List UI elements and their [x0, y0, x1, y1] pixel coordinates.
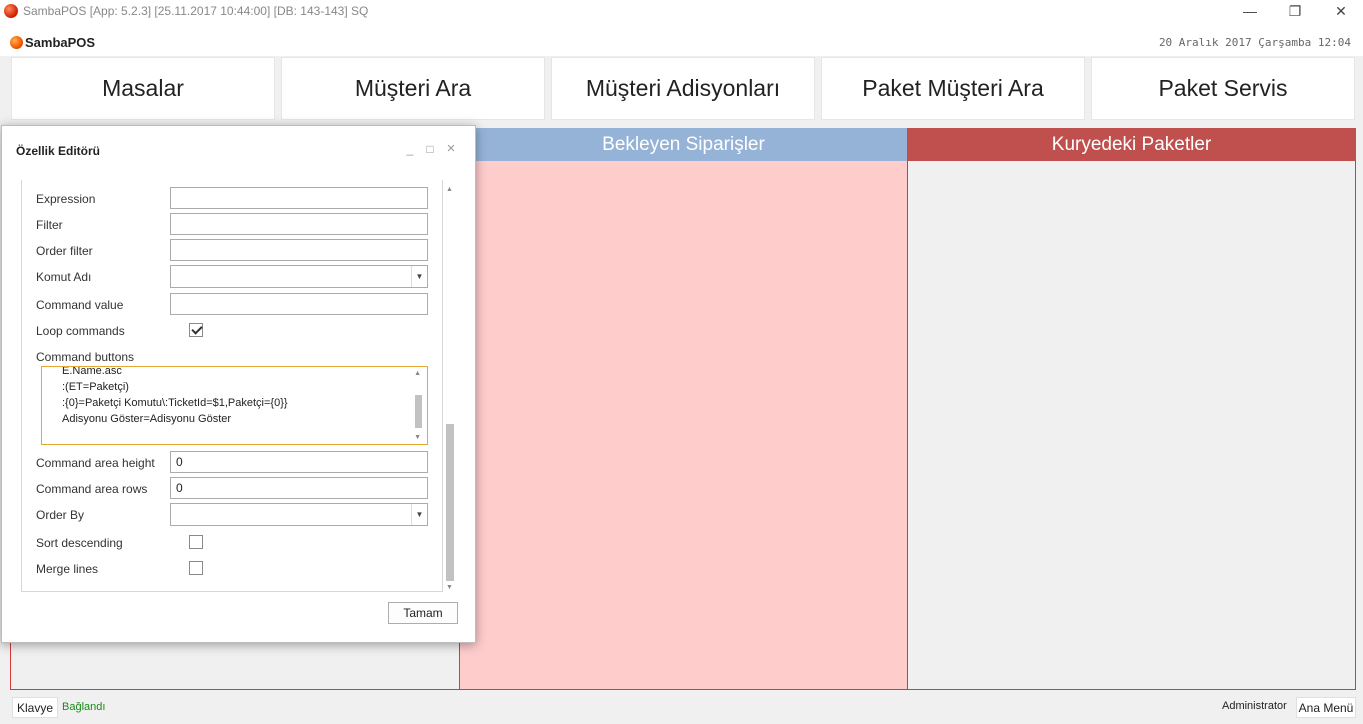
command-value-input[interactable]	[170, 293, 428, 315]
scroll-up-arrow-icon[interactable]: ▲	[414, 370, 421, 377]
courier-packages-panel[interactable]	[907, 161, 1356, 690]
current-datetime: 20 Aralık 2017 Çarşamba 12:04	[1158, 36, 1351, 49]
ok-button[interactable]: Tamam	[388, 602, 458, 624]
order-filter-label: Order filter	[36, 244, 93, 258]
nav-paket-servis-button[interactable]: Paket Servis	[1091, 57, 1355, 120]
nav-paket-musteri-ara-button[interactable]: Paket Müşteri Ara	[821, 57, 1085, 120]
filter-input[interactable]	[170, 213, 428, 235]
command-area-height-label: Command area height	[36, 456, 155, 470]
command-buttons-line: Adisyonu Göster=Adisyonu Göster	[62, 413, 232, 425]
chevron-down-icon[interactable]: ▼	[411, 266, 427, 287]
loop-commands-checkbox[interactable]	[189, 323, 203, 337]
pending-orders-panel[interactable]	[459, 161, 908, 690]
komut-adi-label: Komut Adı	[36, 270, 92, 284]
order-by-label: Order By	[36, 508, 85, 522]
expression-input[interactable]	[170, 187, 428, 209]
main-menu-button[interactable]: Ana Menü	[1296, 697, 1356, 718]
merge-lines-label: Merge lines	[36, 562, 99, 576]
close-window-button[interactable]: ✕	[1318, 0, 1363, 24]
command-area-height-input[interactable]: 0	[170, 451, 428, 473]
sort-descending-checkbox[interactable]	[189, 535, 203, 549]
app-header: SambaPOS 20 Aralık 2017 Çarşamba 12:04	[0, 24, 1363, 56]
merge-lines-checkbox[interactable]	[189, 561, 203, 575]
order-filter-input[interactable]	[170, 239, 428, 261]
nav-masalar-button[interactable]: Masalar	[11, 57, 275, 120]
komut-adi-select[interactable]: ▼	[170, 265, 428, 288]
command-buttons-line: E.Name.asc	[62, 366, 122, 377]
logo-text: SambaPOS	[25, 35, 96, 50]
command-value-label: Command value	[36, 298, 124, 312]
order-by-select[interactable]: ▼	[170, 503, 428, 526]
loop-commands-label: Loop commands	[36, 324, 125, 338]
command-buttons-label: Command buttons	[36, 350, 135, 364]
window-titlebar: SambaPOS [App: 5.2.3] [25.11.2017 10:44:…	[0, 0, 1363, 24]
scroll-down-arrow-icon[interactable]: ▼	[414, 434, 421, 441]
window-title: SambaPOS [App: 5.2.3] [25.11.2017 10:44:…	[23, 4, 369, 18]
command-buttons-textarea[interactable]: E.Name.asc :(ET=Paketçi) :{0}=Paketçi Ko…	[41, 366, 428, 445]
logo-icon	[10, 36, 23, 49]
command-area-rows-input[interactable]: 0	[170, 477, 428, 499]
minimize-window-button[interactable]: —	[1227, 0, 1273, 24]
restore-window-button[interactable]: ❐	[1272, 0, 1318, 24]
scroll-up-arrow-icon[interactable]: ▲	[446, 186, 453, 193]
pending-orders-header: Bekleyen Siparişler	[459, 128, 908, 161]
property-grid-scrollbar-thumb[interactable]	[446, 424, 454, 581]
textarea-scrollbar-thumb[interactable]	[415, 395, 422, 428]
sambapos-logo: SambaPOS	[10, 35, 95, 50]
command-buttons-line: :{0}=Paketçi Komutu\:TicketId=$1,Paketçi…	[62, 397, 288, 409]
scroll-down-arrow-icon[interactable]: ▼	[446, 584, 453, 591]
app-icon	[4, 4, 18, 18]
connection-status: Bağlandı	[62, 701, 106, 713]
courier-packages-header: Kuryedeki Paketler	[907, 128, 1356, 161]
dialog-close-button[interactable]: ×	[444, 140, 458, 157]
expression-label: Expression	[36, 192, 96, 206]
property-editor-dialog: Özellik Editörü _ □ × Expression Filter …	[1, 125, 476, 643]
nav-musteri-ara-button[interactable]: Müşteri Ara	[281, 57, 545, 120]
sort-descending-label: Sort descending	[36, 536, 123, 550]
chevron-down-icon[interactable]: ▼	[411, 504, 427, 525]
dialog-minimize-button[interactable]: _	[403, 142, 417, 156]
dialog-maximize-button[interactable]: □	[423, 142, 437, 156]
property-grid: Expression Filter Order filter Komut Adı…	[21, 180, 443, 592]
command-area-rows-label: Command area rows	[36, 482, 148, 496]
dialog-title: Özellik Editörü	[16, 144, 101, 158]
keyboard-button[interactable]: Klavye	[12, 697, 58, 718]
current-user: Administrator	[1222, 700, 1287, 712]
filter-label: Filter	[36, 218, 63, 232]
nav-musteri-adisyonlari-button[interactable]: Müşteri Adisyonları	[551, 57, 815, 120]
command-buttons-line: :(ET=Paketçi)	[62, 381, 129, 393]
